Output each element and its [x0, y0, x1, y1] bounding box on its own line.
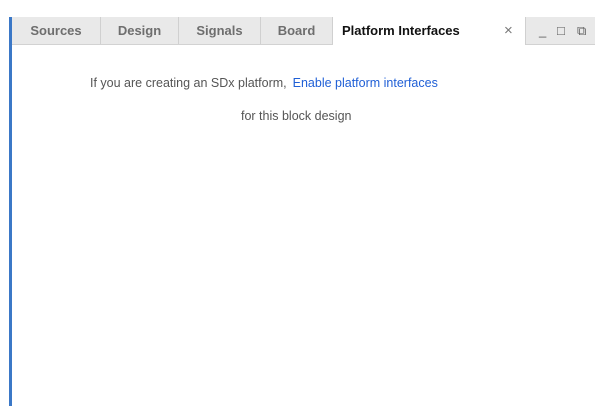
- maximize-icon[interactable]: □: [557, 17, 565, 44]
- info-message-line-1: If you are creating an SDx platform, Enab…: [90, 76, 438, 90]
- tab-platform-interfaces[interactable]: Platform Interfaces: [333, 17, 526, 45]
- tab-sources[interactable]: Sources: [12, 17, 101, 44]
- tab-bar: Sources Design Signals Board Platform In…: [12, 17, 595, 45]
- main-content: If you are creating an SDx platform, Enab…: [12, 45, 595, 406]
- info-message-prefix: If you are creating an SDx platform,: [90, 76, 287, 90]
- minimize-icon[interactable]: _: [539, 17, 546, 44]
- float-window-icon[interactable]: ⧉: [577, 17, 586, 44]
- enable-platform-interfaces-link[interactable]: Enable platform interfaces: [293, 76, 438, 90]
- close-tab-icon[interactable]: ×: [504, 17, 513, 44]
- tab-platform-interfaces-label: Platform Interfaces: [342, 23, 460, 38]
- tab-board[interactable]: Board: [261, 17, 333, 44]
- info-message-line-2: for this block design: [241, 109, 352, 123]
- platform-interfaces-window: Sources Design Signals Board Platform In…: [0, 0, 595, 406]
- tab-signals[interactable]: Signals: [179, 17, 261, 44]
- tab-design[interactable]: Design: [101, 17, 179, 44]
